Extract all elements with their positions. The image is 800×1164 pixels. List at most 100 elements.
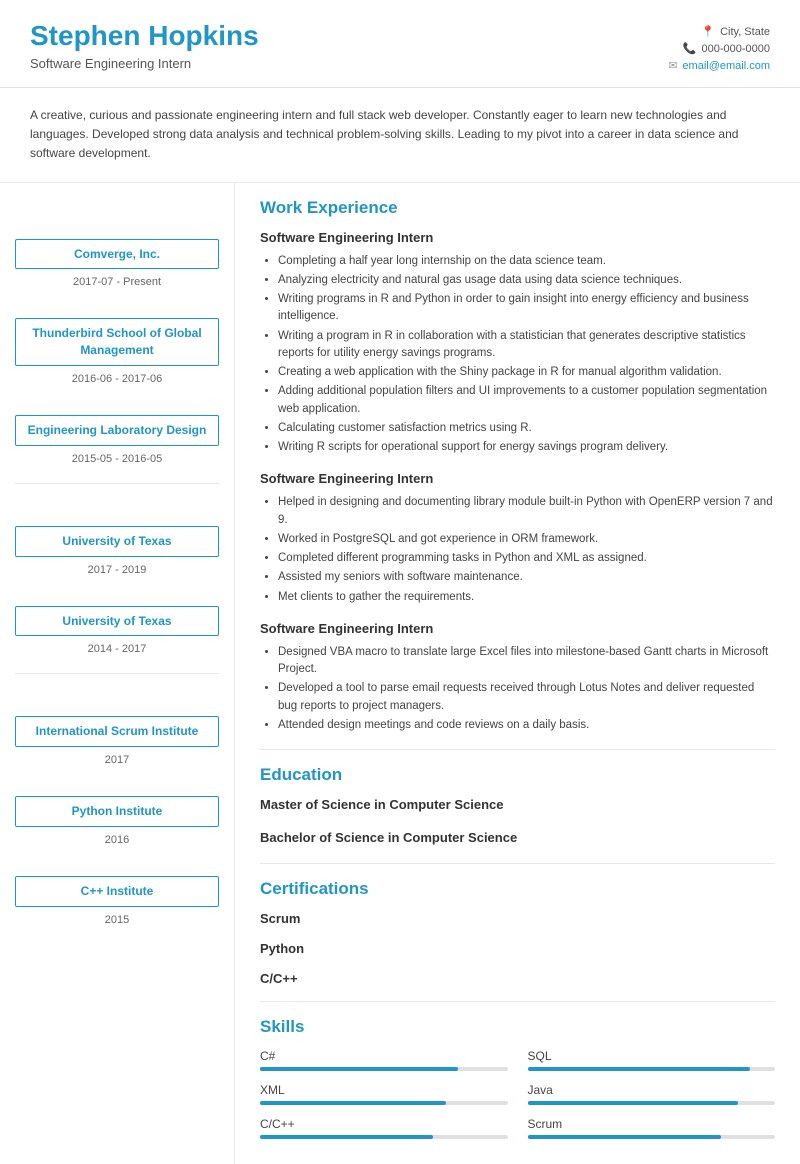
bullet-item: Writing R scripts for operational suppor… [278,439,775,456]
skills-heading: Skills [260,1017,775,1037]
education-heading: Education [260,765,775,785]
email-link[interactable]: email@email.com [682,60,770,72]
sidebar-item-thunderbird: Thunderbird School of Global Management … [0,306,234,403]
cert-cpp: C/C++ [260,971,775,986]
job-thunderbird: Software Engineering Intern Helped in de… [260,471,775,606]
skill-bar-bg-xml [260,1101,508,1105]
certifications-heading: Certifications [260,879,775,899]
email-icon: ✉ [668,59,677,72]
company-box-thunderbird: Thunderbird School of Global Management [15,318,219,366]
bullet-item: Designed VBA macro to translate large Ex… [278,644,775,679]
main-right-content: Work Experience Software Engineering Int… [235,183,800,1164]
bullet-item: Completing a half year long internship o… [278,253,775,270]
skill-cpp: C/C++ [260,1117,508,1139]
skill-bar-bg-csharp [260,1067,508,1071]
sidebar-item-eld: Engineering Laboratory Design 2015-05 - … [0,403,234,483]
company-box-scrum: International Scrum Institute [15,716,219,747]
skill-bar-fill-csharp [260,1067,458,1071]
skill-name-sql: SQL [528,1049,776,1063]
company-box-eld: Engineering Laboratory Design [15,415,219,446]
sidebar: Comverge, Inc. 2017-07 - Present Thunder… [0,183,235,1164]
skill-scrum: Scrum [528,1117,776,1139]
date-ut1: 2017 - 2019 [15,562,219,586]
skills-grid: C# SQL XML [260,1049,775,1159]
skills-section: Skills C# SQL XML [260,1001,775,1159]
date-eld: 2015-05 - 2016-05 [15,451,219,475]
degree-ms: Master of Science in Computer Science [260,797,775,812]
skill-name-cpp: C/C++ [260,1117,508,1131]
education-section: Education Master of Science in Computer … [260,749,775,845]
skill-name-xml: XML [260,1083,508,1097]
bullet-item: Met clients to gather the requirements. [278,589,775,606]
header-right: 📍 City, State 📞 000-000-0000 ✉ email@ema… [668,20,770,72]
location-text: City, State [720,26,770,38]
phone-icon: 📞 [683,42,697,55]
bullet-item: Writing a program in R in collaboration … [278,328,775,363]
skill-bar-bg-java [528,1101,776,1105]
skill-bar-fill-scrum [528,1135,721,1139]
skill-bar-bg-sql [528,1067,776,1071]
job-title-comverge: Software Engineering Intern [260,230,775,245]
bullet-item: Completed different programming tasks in… [278,550,775,567]
location-item: 📍 City, State [701,25,770,38]
skill-name-scrum: Scrum [528,1117,776,1131]
sidebar-item-comverge: Comverge, Inc. 2017-07 - Present [0,227,234,307]
job-comverge: Software Engineering Intern Completing a… [260,230,775,457]
header: Stephen Hopkins Software Engineering Int… [0,0,800,88]
cert-python: Python [260,941,775,956]
job-bullets-thunderbird: Helped in designing and documenting libr… [260,494,775,606]
company-box-comverge: Comverge, Inc. [15,239,219,270]
resume-container: Stephen Hopkins Software Engineering Int… [0,0,800,1164]
main-content: Comverge, Inc. 2017-07 - Present Thunder… [0,183,800,1164]
date-ut2: 2014 - 2017 [15,641,219,665]
skill-bar-fill-cpp [260,1135,433,1139]
bullet-item: Attended design meetings and code review… [278,717,775,734]
company-name-ut1: University of Texas [26,533,208,550]
date-thunderbird: 2016-06 - 2017-06 [15,371,219,395]
sidebar-certifications: International Scrum Institute 2017 Pytho… [0,674,234,943]
certifications-section: Certifications Scrum Python C/C++ [260,863,775,986]
skill-bar-fill-java [528,1101,738,1105]
work-experience-section: Work Experience Software Engineering Int… [260,183,775,735]
job-bullets-comverge: Completing a half year long internship o… [260,253,775,457]
skill-sql: SQL [528,1049,776,1071]
company-name-python-inst: Python Institute [26,803,208,820]
job-title-eld: Software Engineering Intern [260,621,775,636]
sidebar-item-scrum: International Scrum Institute 2017 [0,704,234,784]
sidebar-education: University of Texas 2017 - 2019 Universi… [0,484,234,674]
company-name-scrum: International Scrum Institute [26,723,208,740]
candidate-name: Stephen Hopkins [30,20,259,52]
bullet-item: Assisted my seniors with software mainte… [278,569,775,586]
date-python-inst: 2016 [15,832,219,856]
job-eld: Software Engineering Intern Designed VBA… [260,621,775,734]
company-box-ut2: University of Texas [15,606,219,637]
company-name-ut2: University of Texas [26,613,208,630]
summary-text: A creative, curious and passionate engin… [30,108,738,160]
sidebar-item-ut1: University of Texas 2017 - 2019 [0,514,234,594]
bullet-item: Analyzing electricity and natural gas us… [278,272,775,289]
skill-bar-bg-cpp [260,1135,508,1139]
company-name-cpp-inst: C++ Institute [26,883,208,900]
degree-bs: Bachelor of Science in Computer Science [260,830,775,845]
candidate-title: Software Engineering Intern [30,56,259,71]
company-name-thunderbird: Thunderbird School of Global Management [26,325,208,359]
skill-name-java: Java [528,1083,776,1097]
company-name-comverge: Comverge, Inc. [26,246,208,263]
summary-section: A creative, curious and passionate engin… [0,88,800,183]
skill-name-csharp: C# [260,1049,508,1063]
company-box-python-inst: Python Institute [15,796,219,827]
email-item: ✉ email@email.com [668,59,770,72]
phone-item: 📞 000-000-0000 [683,42,770,55]
job-bullets-eld: Designed VBA macro to translate large Ex… [260,644,775,734]
sidebar-item-python-inst: Python Institute 2016 [0,784,234,864]
skill-bar-bg-scrum [528,1135,776,1139]
bullet-item: Writing programs in R and Python in orde… [278,291,775,326]
phone-text: 000-000-0000 [701,43,770,55]
skill-csharp: C# [260,1049,508,1071]
work-experience-heading: Work Experience [260,198,775,218]
location-icon: 📍 [701,25,715,38]
sidebar-item-cpp-inst: C++ Institute 2015 [0,864,234,944]
skill-xml: XML [260,1083,508,1105]
company-name-eld: Engineering Laboratory Design [26,422,208,439]
sidebar-work: Comverge, Inc. 2017-07 - Present Thunder… [0,183,234,483]
